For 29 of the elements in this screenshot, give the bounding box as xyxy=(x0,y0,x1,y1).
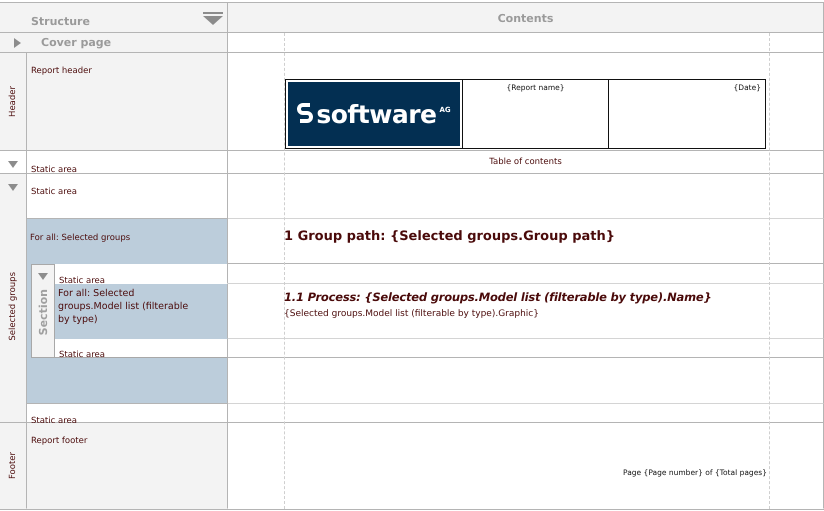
band-label: Header xyxy=(8,86,18,117)
area-label: Report footer xyxy=(31,436,88,446)
graphic-placeholder-text: {Selected groups.Model list (filterable by type).Graphic} xyxy=(284,309,540,319)
column-title: Contents xyxy=(498,12,554,25)
area-label: Static area xyxy=(31,416,77,426)
band-label: Selected groups xyxy=(8,272,18,341)
collapse-icon xyxy=(8,160,18,168)
area-label: Static area xyxy=(31,165,77,175)
group-heading: 1 Group path: {Selected groups.Group path} xyxy=(284,229,616,244)
band-label: Footer xyxy=(8,452,18,480)
collapse-icon xyxy=(8,184,18,190)
loop-label: For all: Selected groups xyxy=(30,233,130,243)
area-label: Report header xyxy=(31,66,92,76)
toggle-button[interactable] xyxy=(37,271,49,281)
collapse-icon xyxy=(38,272,48,280)
expand-icon xyxy=(14,38,20,48)
toggle-button[interactable] xyxy=(7,182,19,192)
loop-label: For all: Selected groups.Model list (filterable by type) xyxy=(58,287,190,326)
area-label: Static area xyxy=(59,276,105,286)
toc-text: Table of contents xyxy=(489,156,562,168)
toggle-button[interactable] xyxy=(11,38,23,48)
toggle-button[interactable] xyxy=(7,159,19,169)
column-title: Structure xyxy=(31,15,90,28)
area-label: Static area xyxy=(31,187,77,197)
area-label: Static area xyxy=(59,350,105,360)
process-heading: 1.1 Process: {Selected groups.Model list (filterable by type).Name} xyxy=(284,290,712,304)
cover-page-label: Cover page xyxy=(41,36,112,49)
filter-button[interactable] xyxy=(203,12,223,26)
section-label: Section xyxy=(36,289,50,336)
